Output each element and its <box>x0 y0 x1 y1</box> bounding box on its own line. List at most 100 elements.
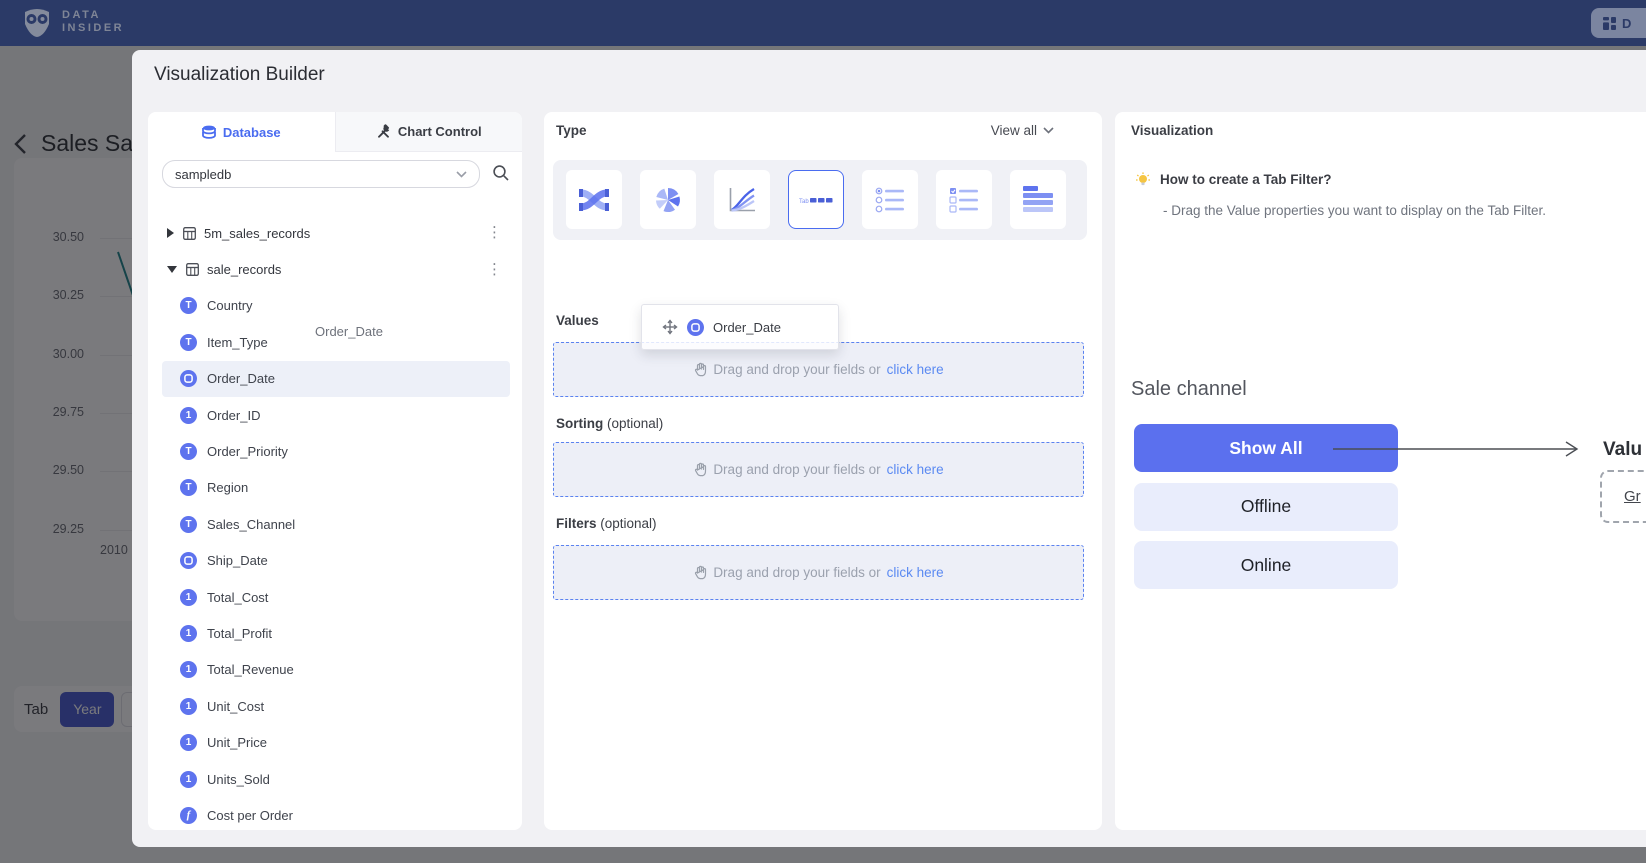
table-icon <box>1023 186 1053 213</box>
field-item-Unit_Price[interactable]: 1Unit_Price <box>162 724 510 760</box>
search-icon[interactable] <box>492 164 510 182</box>
view-all-button[interactable]: View all <box>991 123 1054 138</box>
app-header: DATAINSIDER D <box>0 0 1646 46</box>
chevron-down-icon <box>456 171 467 178</box>
modal-title: Visualization Builder <box>154 64 325 86</box>
number-icon: 1 <box>180 734 197 751</box>
field-item-Total_Revenue[interactable]: 1Total_Revenue <box>162 652 510 688</box>
chart-type-list: Tab <box>553 160 1087 240</box>
visualization-builder-modal: Visualization Builder Database <box>132 50 1646 847</box>
tab-database[interactable]: Database <box>148 112 335 152</box>
field-item-Ship_Date[interactable]: Ship_Date <box>162 543 510 579</box>
values-click-here-link[interactable]: click here <box>887 362 944 377</box>
table-row-sale_records[interactable]: sale_records⋮ <box>148 251 522 287</box>
move-icon <box>662 319 678 335</box>
chart-type-flow[interactable] <box>566 170 622 229</box>
chart-type-radio-list[interactable] <box>862 170 918 229</box>
field-item-Total_Profit[interactable]: 1Total_Profit <box>162 615 510 651</box>
number-icon: 1 <box>180 698 197 715</box>
formula-icon: f <box>180 807 197 824</box>
number-icon: 1 <box>180 661 197 678</box>
bulb-icon <box>1135 172 1151 189</box>
chart-type-pie[interactable] <box>640 170 696 229</box>
table-menu-kebab-icon[interactable]: ⋮ <box>487 228 502 238</box>
sorting-dropzone[interactable]: Drag and drop your fields or click here <box>553 442 1084 497</box>
chart-type-table[interactable] <box>1010 170 1066 229</box>
brand-name: DATAINSIDER <box>62 9 124 35</box>
drag-hand-icon <box>693 565 707 580</box>
chart-type-checkbox-list[interactable] <box>936 170 992 229</box>
table-tree: 5m_sales_records⋮sale_records⋮TCountryTI… <box>148 215 522 834</box>
date-icon <box>687 319 704 336</box>
tip-title: How to create a Tab Filter? <box>1160 172 1332 187</box>
annotation-heading: Valu <box>1603 439 1642 461</box>
field-item-Region[interactable]: TRegion <box>162 470 510 506</box>
field-item-Item_Type[interactable]: TItem_Type <box>162 324 510 360</box>
values-section-label: Values <box>556 313 599 328</box>
preview-option-online[interactable]: Online <box>1134 541 1398 589</box>
chart-type-line[interactable] <box>714 170 770 229</box>
field-item-Cost_per_Order[interactable]: fCost per Order <box>162 797 510 833</box>
number-icon: 1 <box>180 771 197 788</box>
field-item-Order_Date[interactable]: Order_Date <box>162 361 510 397</box>
tip: How to create a Tab Filter? <box>1135 172 1332 189</box>
datasource-select[interactable]: sampledb <box>162 160 480 188</box>
chart-type-tab-filter[interactable]: Tab <box>788 170 844 229</box>
dragging-field-chip[interactable]: Order_Date <box>641 304 839 350</box>
text-icon: T <box>180 479 197 496</box>
text-icon: T <box>180 334 197 351</box>
table-row-5m_sales_records[interactable]: 5m_sales_records⋮ <box>148 215 522 251</box>
type-section-label: Type <box>556 123 587 138</box>
chevron-down-icon <box>1043 127 1054 134</box>
sorting-section-label: Sorting (optional) <box>556 416 663 431</box>
annotation-dashed-box: Gr <box>1600 470 1646 523</box>
field-item-Order_Priority[interactable]: TOrder_Priority <box>162 433 510 469</box>
date-icon <box>180 370 197 387</box>
tab-filter-icon: Tab <box>799 195 833 205</box>
tools-icon <box>376 124 391 139</box>
dashboard-icon <box>1602 16 1617 31</box>
svg-text:Tab: Tab <box>799 199 809 205</box>
pie-icon <box>654 187 682 213</box>
tab-chart-control[interactable]: Chart Control <box>335 112 523 152</box>
annotation-link: Gr <box>1624 488 1641 505</box>
number-icon: 1 <box>180 589 197 606</box>
field-item-Total_Cost[interactable]: 1Total_Cost <box>162 579 510 615</box>
chip-label: Order_Date <box>713 320 781 335</box>
filters-dropzone[interactable]: Drag and drop your fields or click here <box>553 545 1084 600</box>
filters-click-here-link[interactable]: click here <box>887 565 944 580</box>
line-icon <box>727 186 757 214</box>
radio-list-icon <box>875 187 905 213</box>
drag-hand-icon <box>693 462 707 477</box>
text-icon: T <box>180 297 197 314</box>
field-item-Units_Sold[interactable]: 1Units_Sold <box>162 761 510 797</box>
date-icon <box>180 552 197 569</box>
field-item-Unit_Cost[interactable]: 1Unit_Cost <box>162 688 510 724</box>
table-menu-kebab-icon[interactable]: ⋮ <box>487 265 502 275</box>
field-item-Country[interactable]: TCountry <box>162 288 510 324</box>
sorting-click-here-link[interactable]: click here <box>887 462 944 477</box>
chevron-down-icon[interactable] <box>167 266 177 273</box>
dashboard-header-button[interactable]: D <box>1591 8 1646 38</box>
text-icon: T <box>180 516 197 533</box>
brand: DATAINSIDER <box>20 5 124 39</box>
number-icon: 1 <box>180 625 197 642</box>
database-panel: Database Chart Control sampledb <box>148 112 522 830</box>
panel-tabs: Database Chart Control <box>148 112 522 152</box>
builder-panel: Type View all Tab Values Drag and drop y… <box>544 112 1102 830</box>
filters-section-label: Filters (optional) <box>556 516 657 531</box>
number-icon: 1 <box>180 407 197 424</box>
annotation-arrow <box>1333 438 1583 462</box>
chevron-right-icon[interactable] <box>167 228 174 238</box>
preview-title: Sale channel <box>1131 378 1247 401</box>
preview-option-offline[interactable]: Offline <box>1134 483 1398 531</box>
values-dropzone[interactable]: Drag and drop your fields or click here <box>553 342 1084 397</box>
datasource-search-row: sampledb <box>148 152 522 200</box>
field-item-Order_ID[interactable]: 1Order_ID <box>162 397 510 433</box>
flow-icon <box>579 187 609 213</box>
field-item-Sales_Channel[interactable]: TSales_Channel <box>162 506 510 542</box>
tip-body: - Drag the Value properties you want to … <box>1163 203 1546 218</box>
visualization-title: Visualization <box>1131 123 1213 138</box>
visualization-panel: Visualization How to create a Tab Filter… <box>1115 112 1646 830</box>
checkbox-list-icon <box>949 187 979 213</box>
